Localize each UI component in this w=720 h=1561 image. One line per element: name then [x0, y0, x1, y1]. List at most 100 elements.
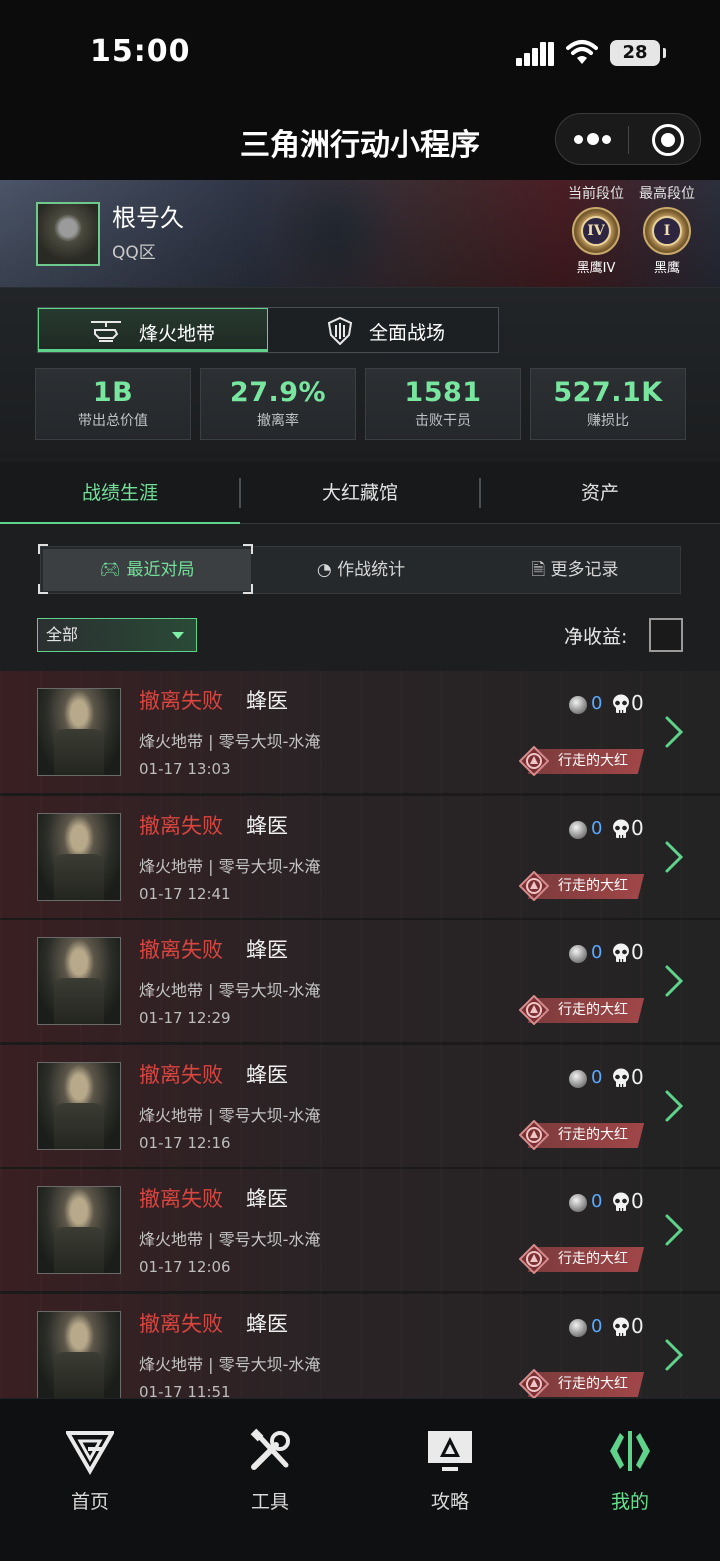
operator-name: 蜂医	[246, 1187, 288, 1211]
tab-label: 攻略	[430, 1491, 469, 1513]
stat-label: 赚损比	[587, 413, 629, 429]
net-profit-label: 净收益:	[564, 626, 628, 648]
current-rank-name: 黑鹰IV	[576, 261, 616, 276]
mode-tabs: 烽火地带 全面战场	[37, 307, 499, 353]
stats-area: 烽火地带 全面战场 1B 带出总价值 27.9% 撤离率 1581 击败干员 5…	[0, 287, 720, 462]
achievement-badge: 行走的大红	[519, 746, 645, 776]
badge-label: 行走的大红	[558, 1002, 628, 1018]
tab-assets[interactable]: 资产	[480, 462, 720, 524]
skull-icon	[613, 1192, 629, 1212]
operator-portrait	[37, 812, 121, 901]
mode-tab-warfare[interactable]: 全面战场	[269, 308, 499, 352]
avatar[interactable]	[36, 202, 100, 266]
operator-portrait	[37, 1186, 121, 1274]
match-time: 01-17 12:29	[139, 1009, 231, 1027]
match-row[interactable]: 撤离失败 蜂医 烽火地带 | 零号大坝-水淹 01-17 12:41 0 0 行…	[0, 795, 720, 920]
match-result: 撤离失败	[139, 1311, 223, 1336]
skull-icon	[613, 1317, 629, 1337]
badge-label: 行走的大红	[558, 1251, 628, 1267]
match-value: 0	[591, 1066, 603, 1088]
battery-indicator: 28	[610, 40, 666, 66]
match-result: 撤离失败	[139, 813, 223, 838]
match-kills: 0	[631, 1189, 644, 1213]
match-time: 01-17 13:03	[139, 760, 231, 778]
chevron-right-icon[interactable]	[662, 1089, 686, 1123]
coin-icon	[569, 1194, 587, 1212]
net-profit-checkbox[interactable]	[649, 618, 683, 652]
match-row[interactable]: 撤离失败 蜂医 烽火地带 | 零号大坝-水淹 01-17 12:06 0 0 行…	[0, 1169, 720, 1293]
match-value: 0	[591, 1315, 603, 1337]
match-time: 01-17 12:06	[139, 1258, 231, 1276]
achievement-badge: 行走的大红	[519, 995, 645, 1025]
chevron-right-icon[interactable]	[662, 1213, 686, 1247]
subtab-more-records[interactable]: 🗎︎ 更多记录	[471, 547, 679, 593]
match-value: 0	[591, 693, 603, 714]
tab-guide[interactable]: 攻略	[360, 1399, 540, 1519]
skull-icon	[613, 943, 629, 963]
match-row[interactable]: 撤离失败 蜂医 烽火地带 | 零号大坝-水淹 01-17 13:03 0 0 行…	[0, 671, 720, 795]
badge-label: 行走的大红	[558, 753, 628, 769]
player-region: QQ区	[112, 243, 156, 263]
more-icon[interactable]	[574, 132, 611, 146]
stat-value: 27.9%	[229, 377, 327, 408]
close-miniprogram-icon[interactable]	[652, 124, 684, 156]
tab-career[interactable]: 战绩生涯	[0, 462, 240, 525]
highest-rank-label: 最高段位	[639, 186, 695, 202]
match-time: 01-17 12:41	[139, 884, 231, 903]
profile-header: 根号久 QQ区 当前段位 IV 黑鹰IV 最高段位 I 黑鹰	[0, 180, 720, 287]
achievement-badge: 行走的大红	[519, 1119, 645, 1150]
badge-emblem-icon	[519, 1368, 549, 1398]
profile-emblem-icon	[610, 1431, 650, 1471]
stat-card-total-value: 1B 带出总价值	[35, 368, 191, 440]
chevron-right-icon[interactable]	[662, 715, 686, 749]
match-value: 0	[591, 1191, 603, 1212]
mode-filter-select[interactable]: 全部	[37, 618, 197, 652]
shield-arrows-icon	[327, 317, 353, 345]
coin-icon	[569, 696, 587, 714]
subtab-combat-stats[interactable]: ◔ 作战统计	[256, 547, 466, 593]
subtab-recent-matches[interactable]: 🎮︎ 最近对局	[43, 549, 251, 591]
match-time: 01-17 11:51	[139, 1382, 231, 1399]
tab-mine[interactable]: 我的	[540, 1399, 720, 1519]
current-rank-label: 当前段位	[568, 186, 624, 202]
tab-label: 工具	[250, 1491, 289, 1513]
stat-label: 带出总价值	[78, 413, 148, 429]
rank-badge-icon: IV	[572, 207, 620, 255]
signal-icon	[516, 42, 554, 66]
match-kills: 0	[631, 1064, 644, 1089]
match-value: 0	[591, 817, 603, 839]
mode-label: 全面战场	[369, 322, 446, 344]
tab-label: 我的	[610, 1491, 649, 1513]
pie-chart-icon: ◔	[316, 560, 332, 580]
player-name: 根号久	[112, 204, 184, 232]
achievement-badge: 行走的大红	[519, 870, 645, 901]
highest-rank: 最高段位 I 黑鹰	[634, 183, 700, 276]
chevron-right-icon[interactable]	[662, 1338, 686, 1372]
chevron-right-icon[interactable]	[662, 964, 686, 998]
tab-red-collection[interactable]: 大红藏馆	[240, 462, 480, 524]
stat-card-kills: 1581 击败干员	[365, 368, 521, 440]
match-map: 烽火地带 | 零号大坝-水淹	[139, 732, 321, 751]
match-row[interactable]: 撤离失败 蜂医 烽火地带 | 零号大坝-水淹 01-17 11:51 0 0 行…	[0, 1293, 720, 1399]
tab-home[interactable]: 首页	[0, 1399, 180, 1519]
operator-portrait	[37, 1310, 121, 1398]
stat-value: 527.1K	[553, 377, 663, 408]
mode-tab-hazard[interactable]: 烽火地带	[38, 308, 268, 352]
match-list[interactable]: 撤离失败 蜂医 烽火地带 | 零号大坝-水淹 01-17 13:03 0 0 行…	[0, 671, 720, 1398]
badge-emblem-icon	[519, 1244, 549, 1274]
match-value: 0	[591, 942, 603, 963]
chevron-right-icon[interactable]	[662, 840, 686, 874]
badge-label: 行走的大红	[558, 1375, 628, 1392]
operator-name: 蜂医	[246, 1062, 288, 1087]
tab-tools[interactable]: 工具	[180, 1399, 360, 1519]
mode-label: 烽火地带	[139, 323, 216, 345]
badge-emblem-icon	[519, 746, 549, 776]
match-row[interactable]: 撤离失败 蜂医 烽火地带 | 零号大坝-水淹 01-17 12:16 0 0 行…	[0, 1044, 720, 1169]
highest-rank-name: 黑鹰	[653, 261, 680, 276]
badge-label: 行走的大红	[558, 1126, 628, 1143]
operator-name: 蜂医	[246, 813, 288, 838]
operator-portrait	[37, 937, 121, 1025]
match-row[interactable]: 撤离失败 蜂医 烽火地带 | 零号大坝-水淹 01-17 12:29 0 0 行…	[0, 920, 720, 1044]
stat-card-extract-rate: 27.9% 撤离率	[200, 368, 356, 440]
home-logo-icon	[66, 1431, 114, 1475]
